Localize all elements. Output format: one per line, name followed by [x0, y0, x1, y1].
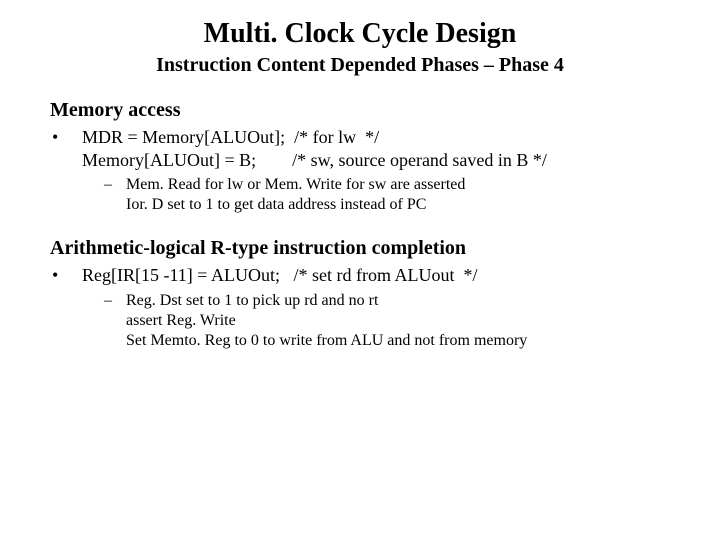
code-comment: /* sw, source operand saved in B */ — [292, 149, 547, 172]
sub-bullet-rtype: – Reg. Dst set to 1 to pick up rd and no… — [104, 291, 670, 351]
sub-bullet-line: Ior. D set to 1 to get data address inst… — [126, 195, 670, 215]
code-line: Reg[IR[15 -11] = ALUOut; /* set rd from … — [82, 264, 670, 287]
sub-bullet-line: Set Memto. Reg to 0 to write from ALU an… — [126, 331, 670, 351]
sub-bullet-line: assert Reg. Write — [126, 311, 670, 331]
code-comment: /* set rd from ALUout */ — [293, 264, 477, 287]
sub-bullet-line: Mem. Read for lw or Mem. Write for sw ar… — [126, 175, 670, 195]
bullet-memory-access: • MDR = Memory[ALUOut]; /* for lw */ Mem… — [50, 126, 670, 171]
bullet-rtype: • Reg[IR[15 -11] = ALUOut; /* set rd fro… — [50, 264, 670, 287]
code-stmt: Reg[IR[15 -11] = ALUOut; — [82, 264, 293, 287]
slide-subtitle: Instruction Content Depended Phases – Ph… — [50, 54, 670, 77]
sub-bullet-line: Reg. Dst set to 1 to pick up rd and no r… — [126, 291, 670, 311]
code-line: Memory[ALUOut] = B; /* sw, source operan… — [82, 149, 670, 172]
bullet-body: MDR = Memory[ALUOut]; /* for lw */ Memor… — [82, 126, 670, 171]
sub-bullet-dash: – — [104, 291, 126, 351]
slide-title: Multi. Clock Cycle Design — [50, 18, 670, 50]
bullet-dot: • — [50, 126, 82, 171]
code-comment: /* for lw */ — [294, 126, 379, 149]
slide: Multi. Clock Cycle Design Instruction Co… — [0, 0, 720, 540]
bullet-body: Reg[IR[15 -11] = ALUOut; /* set rd from … — [82, 264, 670, 287]
code-stmt: Memory[ALUOut] = B; — [82, 149, 292, 172]
spacer — [50, 215, 670, 237]
sub-bullet-body: Mem. Read for lw or Mem. Write for sw ar… — [126, 175, 670, 215]
section-heading-memory-access: Memory access — [50, 99, 670, 122]
section-heading-rtype: Arithmetic-logical R-type instruction co… — [50, 237, 670, 260]
code-line: MDR = Memory[ALUOut]; /* for lw */ — [82, 126, 670, 149]
code-stmt: MDR = Memory[ALUOut]; — [82, 126, 294, 149]
sub-bullet-dash: – — [104, 175, 126, 215]
sub-bullet-body: Reg. Dst set to 1 to pick up rd and no r… — [126, 291, 670, 351]
bullet-dot: • — [50, 264, 82, 287]
sub-bullet-memory-access: – Mem. Read for lw or Mem. Write for sw … — [104, 175, 670, 215]
